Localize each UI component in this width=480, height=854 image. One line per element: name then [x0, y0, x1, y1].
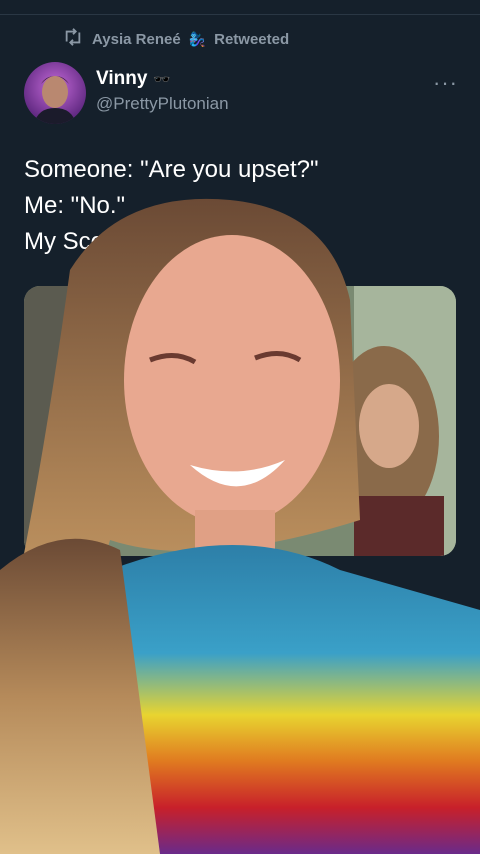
author-badge-emoji: 🕶️ — [153, 70, 171, 87]
tweet-author[interactable]: Vinny 🕶️ @PrettyPlutonian — [96, 68, 229, 114]
author-handle: @PrettyPlutonian — [96, 94, 229, 113]
retweet-action-label: Retweeted — [214, 30, 290, 48]
author-name: Vinny — [96, 68, 148, 89]
retweet-user-name: Aysia Reneé — [92, 30, 181, 48]
more-options-icon[interactable]: ··· — [433, 70, 458, 96]
top-divider — [0, 14, 480, 15]
retweet-context[interactable]: Aysia Reneé 🧞‍♀️ Retweeted — [62, 28, 289, 50]
retweet-user-emoji: 🧞‍♀️ — [188, 30, 207, 47]
retweet-icon — [62, 27, 84, 51]
avatar[interactable] — [24, 62, 86, 124]
video-overlay-person — [0, 190, 480, 854]
tweet-line: Someone: "Are you upset?" — [24, 156, 319, 183]
